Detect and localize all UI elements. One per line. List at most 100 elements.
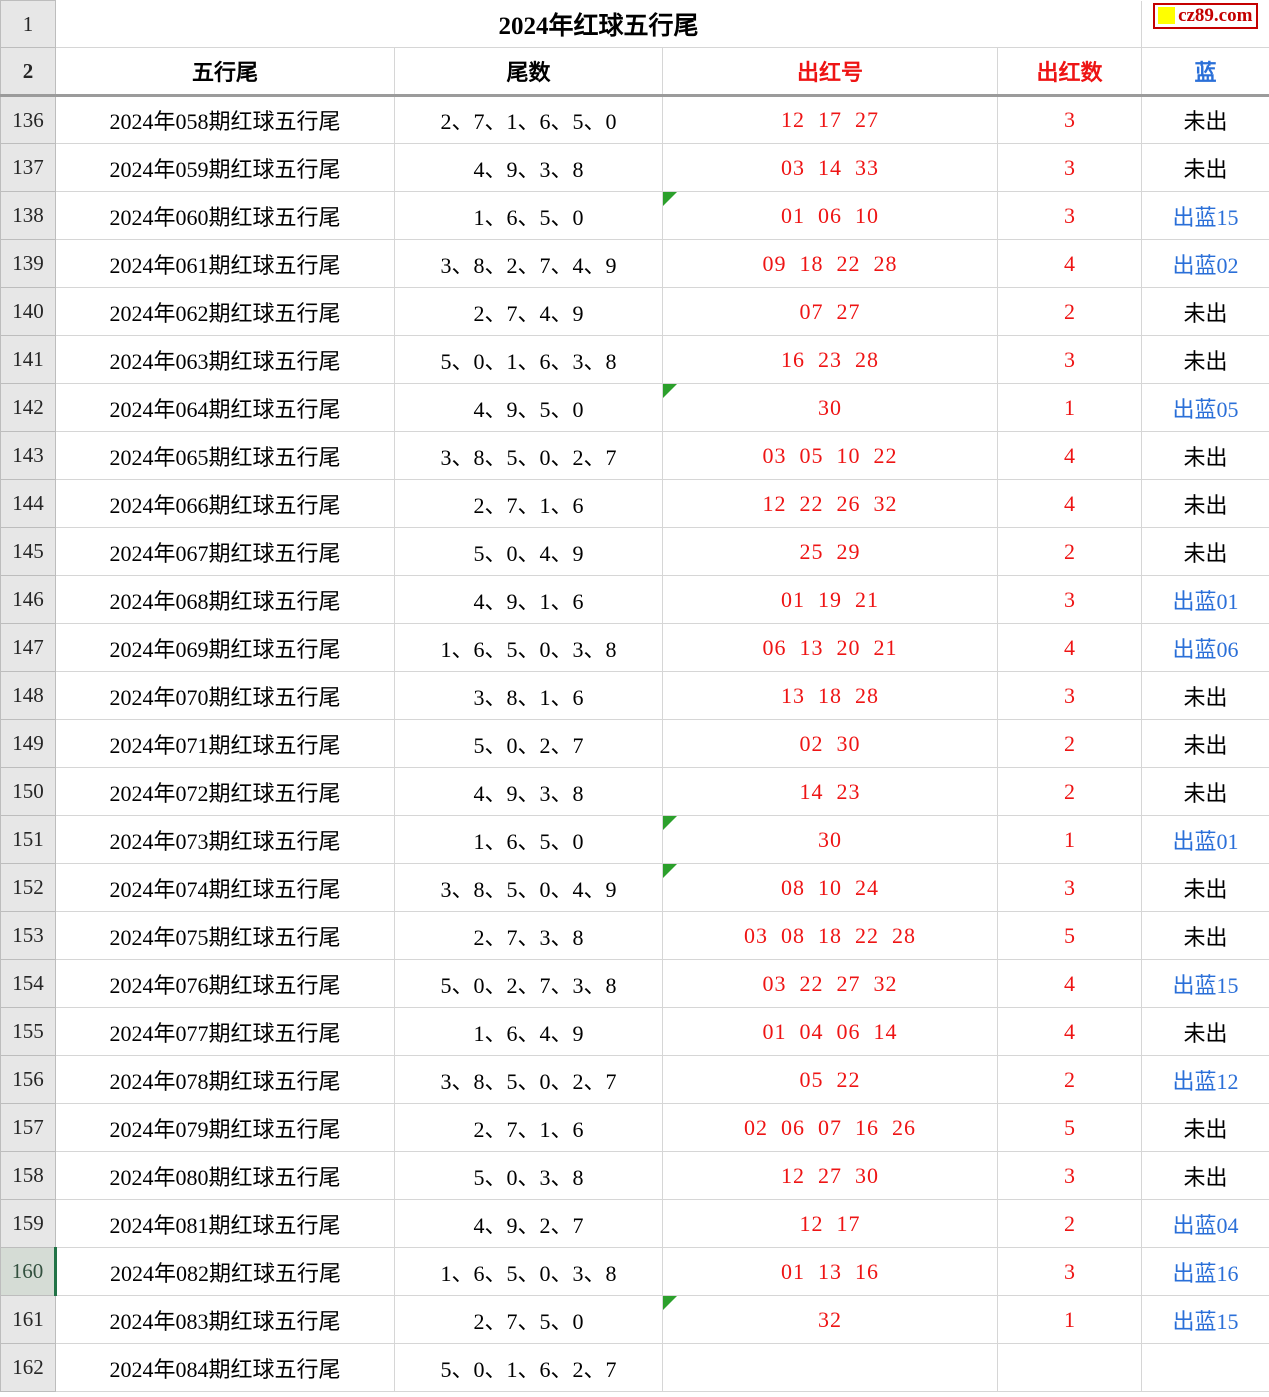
cell-red-numbers[interactable]: 01 19 21 (663, 576, 998, 624)
cell-period[interactable]: 2024年077期红球五行尾 (56, 1008, 395, 1056)
cell-period[interactable]: 2024年080期红球五行尾 (56, 1152, 395, 1200)
cell-red-numbers[interactable] (663, 1344, 998, 1392)
cell-period[interactable]: 2024年068期红球五行尾 (56, 576, 395, 624)
cell-red-numbers[interactable]: 03 08 18 22 28 (663, 912, 998, 960)
cell-red-count[interactable]: 4 (998, 1008, 1142, 1056)
cell-blue-status[interactable]: 未出 (1142, 480, 1269, 528)
row-number[interactable]: 155 (1, 1008, 56, 1056)
cell-tails[interactable]: 3、8、5、0、4、9 (395, 864, 663, 912)
cell-red-count[interactable]: 1 (998, 816, 1142, 864)
cell-red-numbers[interactable]: 02 06 07 16 26 (663, 1104, 998, 1152)
cell-red-numbers[interactable]: 14 23 (663, 768, 998, 816)
cell-period[interactable]: 2024年066期红球五行尾 (56, 480, 395, 528)
col-header-chuhonghao[interactable]: 出红号 (663, 48, 998, 96)
row-number[interactable]: 1 (1, 1, 56, 48)
row-number[interactable]: 154 (1, 960, 56, 1008)
cell-tails[interactable]: 3、8、2、7、4、9 (395, 240, 663, 288)
cell-tails[interactable]: 5、0、1、6、3、8 (395, 336, 663, 384)
row-number[interactable]: 151 (1, 816, 56, 864)
col-header-wuxingwei[interactable]: 五行尾 (56, 48, 395, 96)
cell-red-count[interactable]: 4 (998, 624, 1142, 672)
cell-red-count[interactable]: 3 (998, 576, 1142, 624)
row-number[interactable]: 149 (1, 720, 56, 768)
cell-red-numbers[interactable]: 03 14 33 (663, 144, 998, 192)
row-number[interactable]: 143 (1, 432, 56, 480)
cell-red-numbers[interactable]: 08 10 24 (663, 864, 998, 912)
cell-red-count[interactable]: 2 (998, 1056, 1142, 1104)
cell-blue-status[interactable]: 出蓝05 (1142, 384, 1269, 432)
row-number[interactable]: 140 (1, 288, 56, 336)
row-number[interactable]: 145 (1, 528, 56, 576)
sheet-title[interactable]: 2024年红球五行尾 (56, 1, 1142, 48)
cell-period[interactable]: 2024年058期红球五行尾 (56, 96, 395, 144)
cell-red-count[interactable]: 5 (998, 912, 1142, 960)
row-number[interactable]: 2 (1, 48, 56, 96)
cell-period[interactable]: 2024年079期红球五行尾 (56, 1104, 395, 1152)
cell-red-count[interactable]: 3 (998, 144, 1142, 192)
cell-red-count[interactable]: 2 (998, 720, 1142, 768)
cell-tails[interactable]: 5、0、2、7 (395, 720, 663, 768)
cell-blue-status[interactable]: 出蓝16 (1142, 1248, 1269, 1296)
cell-tails[interactable]: 2、7、4、9 (395, 288, 663, 336)
cell-red-count[interactable]: 4 (998, 960, 1142, 1008)
cell-period[interactable]: 2024年073期红球五行尾 (56, 816, 395, 864)
cell-period[interactable]: 2024年074期红球五行尾 (56, 864, 395, 912)
cell-blue-status[interactable]: 未出 (1142, 768, 1269, 816)
row-number[interactable]: 159 (1, 1200, 56, 1248)
cell-red-count[interactable]: 3 (998, 192, 1142, 240)
row-number[interactable]: 142 (1, 384, 56, 432)
cell-blue-status[interactable]: 未出 (1142, 912, 1269, 960)
cell-tails[interactable]: 3、8、1、6 (395, 672, 663, 720)
cell-blue-status[interactable]: 未出 (1142, 672, 1269, 720)
row-number[interactable]: 156 (1, 1056, 56, 1104)
cell-red-numbers[interactable]: 01 04 06 14 (663, 1008, 998, 1056)
cell-red-numbers[interactable]: 01 06 10 (663, 192, 998, 240)
cell-red-numbers[interactable]: 09 18 22 28 (663, 240, 998, 288)
row-number[interactable]: 150 (1, 768, 56, 816)
cell-blue-status[interactable]: 未出 (1142, 336, 1269, 384)
cell-tails[interactable]: 4、9、3、8 (395, 768, 663, 816)
cell-tails[interactable]: 3、8、5、0、2、7 (395, 432, 663, 480)
cell-red-numbers[interactable]: 03 22 27 32 (663, 960, 998, 1008)
cell-period[interactable]: 2024年075期红球五行尾 (56, 912, 395, 960)
cell-red-count[interactable]: 5 (998, 1104, 1142, 1152)
col-header-chuhongshu[interactable]: 出红数 (998, 48, 1142, 96)
row-number[interactable]: 147 (1, 624, 56, 672)
row-number[interactable]: 139 (1, 240, 56, 288)
cell-blue-status[interactable]: 未出 (1142, 432, 1269, 480)
cell-red-count[interactable]: 3 (998, 672, 1142, 720)
cell-red-numbers[interactable]: 12 27 30 (663, 1152, 998, 1200)
cell-blue-status[interactable]: 未出 (1142, 864, 1269, 912)
cell-red-numbers[interactable]: 01 13 16 (663, 1248, 998, 1296)
cell-tails[interactable]: 5、0、3、8 (395, 1152, 663, 1200)
cell-blue-status[interactable] (1142, 1344, 1269, 1392)
cell-blue-status[interactable]: 未出 (1142, 1104, 1269, 1152)
cell-period[interactable]: 2024年060期红球五行尾 (56, 192, 395, 240)
row-number[interactable]: 137 (1, 144, 56, 192)
cell-red-count[interactable]: 4 (998, 432, 1142, 480)
cell-red-numbers[interactable]: 25 29 (663, 528, 998, 576)
cell-red-numbers[interactable]: 02 30 (663, 720, 998, 768)
cell-blue-status[interactable]: 出蓝15 (1142, 1296, 1269, 1344)
cell-period[interactable]: 2024年076期红球五行尾 (56, 960, 395, 1008)
cell-red-count[interactable]: 2 (998, 288, 1142, 336)
cell-period[interactable]: 2024年067期红球五行尾 (56, 528, 395, 576)
row-number[interactable]: 148 (1, 672, 56, 720)
cell-tails[interactable]: 1、6、5、0 (395, 192, 663, 240)
cell-red-numbers[interactable]: 12 17 (663, 1200, 998, 1248)
cell-blue-status[interactable]: 未出 (1142, 144, 1269, 192)
cell-period[interactable]: 2024年071期红球五行尾 (56, 720, 395, 768)
cell-red-count[interactable]: 2 (998, 768, 1142, 816)
cell-blue-status[interactable]: 出蓝01 (1142, 816, 1269, 864)
cell-tails[interactable]: 5、0、4、9 (395, 528, 663, 576)
row-number[interactable]: 136 (1, 96, 56, 144)
cell-red-count[interactable]: 3 (998, 96, 1142, 144)
cell-red-count[interactable]: 2 (998, 1200, 1142, 1248)
col-header-lan[interactable]: 蓝 (1142, 48, 1269, 96)
cell-period[interactable]: 2024年081期红球五行尾 (56, 1200, 395, 1248)
cell-tails[interactable]: 1、6、4、9 (395, 1008, 663, 1056)
cell-blue-status[interactable]: 出蓝12 (1142, 1056, 1269, 1104)
cell-tails[interactable]: 4、9、2、7 (395, 1200, 663, 1248)
cell-blue-status[interactable]: 未出 (1142, 1008, 1269, 1056)
cell-period[interactable]: 2024年084期红球五行尾 (56, 1344, 395, 1392)
